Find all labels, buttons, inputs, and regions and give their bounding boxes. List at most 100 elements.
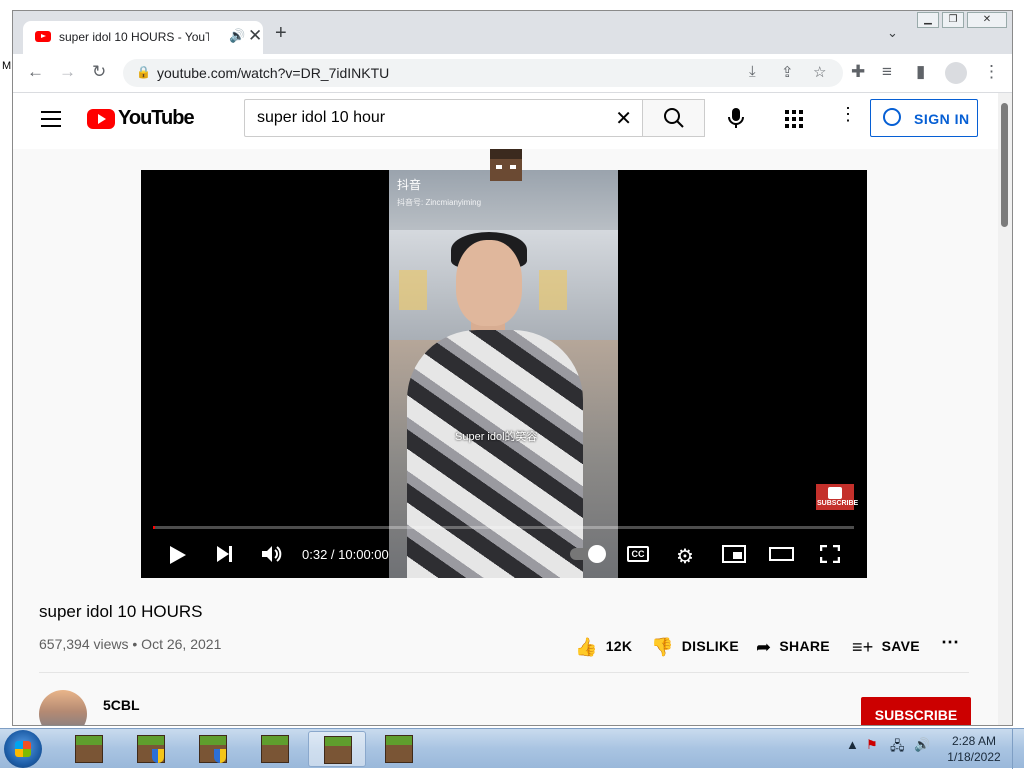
progress-bar[interactable] bbox=[153, 526, 854, 529]
clock-date: 1/18/2022 bbox=[947, 750, 1001, 764]
time-display: 0:32 / 10:00:00 bbox=[302, 547, 389, 562]
minecraft-head-overlay bbox=[490, 149, 522, 181]
desktop-edge-letter: M bbox=[2, 60, 12, 72]
extensions-puzzle-icon[interactable]: ✚ bbox=[851, 62, 865, 82]
minimize-button[interactable]: ▁ bbox=[917, 12, 939, 28]
video-title: super idol 10 HOURS bbox=[39, 602, 203, 621]
clock-time: 2:28 AM bbox=[951, 734, 997, 748]
thumbs-up-icon: 👍 bbox=[575, 637, 598, 657]
miniplayer-icon[interactable] bbox=[722, 545, 746, 563]
search-query[interactable]: super idol 10 hour bbox=[257, 109, 385, 127]
subscribe-watermark-text: SUBSCRIBE bbox=[817, 500, 859, 507]
side-panel-icon[interactable]: ▮ bbox=[916, 62, 925, 82]
divider bbox=[39, 672, 969, 673]
share-button[interactable]: ➦ SHARE bbox=[756, 637, 830, 658]
share-page-icon[interactable]: ⇪ bbox=[781, 63, 794, 81]
taskbar-app-3[interactable] bbox=[184, 731, 242, 767]
reload-icon[interactable]: ↻ bbox=[92, 62, 106, 82]
autoplay-toggle[interactable] bbox=[570, 545, 606, 563]
tab-strip: super idol 10 HOURS - YouTube 🔊 ✕ + ⌄ ▁ … bbox=[13, 11, 1012, 54]
taskbar-app-2[interactable] bbox=[122, 731, 180, 767]
subscribe-button[interactable]: SUBSCRIBE bbox=[861, 697, 971, 725]
progress-fill bbox=[153, 526, 156, 529]
dislike-label: DISLIKE bbox=[681, 638, 740, 654]
network-icon[interactable]: 🖧 bbox=[890, 737, 905, 759]
video-meta: 657,394 views • Oct 26, 2021 bbox=[39, 636, 222, 652]
media-control-icon[interactable]: ≡ bbox=[882, 62, 892, 82]
playlist-add-icon: ≡+ bbox=[852, 637, 874, 657]
taskbar-app-4[interactable] bbox=[246, 731, 304, 767]
taskbar-app-6[interactable] bbox=[370, 731, 428, 767]
new-tab-icon[interactable]: + bbox=[275, 23, 287, 43]
browser-tab[interactable]: super idol 10 HOURS - YouTube 🔊 ✕ bbox=[23, 21, 263, 54]
search-input[interactable]: super idol 10 hour ✕ bbox=[244, 99, 643, 137]
video-frame: 抖音 抖音号: Zincmianyiming Super idol的笑容 bbox=[389, 170, 618, 578]
save-button[interactable]: ≡+ SAVE bbox=[852, 637, 920, 658]
browser-toolbar: ← → ↻ 🔒 youtube.com/watch?v=DR_7idINKTU … bbox=[13, 54, 1012, 93]
taskbar-app-5[interactable] bbox=[308, 731, 366, 767]
tiktok-watermark: 抖音 抖音号: Zincmianyiming bbox=[397, 176, 481, 208]
close-window-button[interactable]: ✕ bbox=[967, 12, 1007, 28]
forward-arrow-icon[interactable]: → bbox=[59, 62, 76, 82]
video-caption: Super idol的笑容 bbox=[455, 431, 538, 443]
profile-avatar-icon[interactable] bbox=[945, 62, 967, 84]
like-count: 12K bbox=[605, 638, 633, 654]
channel-name[interactable]: 5CBL bbox=[103, 697, 140, 713]
scrollbar-thumb[interactable] bbox=[1001, 103, 1008, 227]
search-button[interactable] bbox=[642, 99, 705, 137]
more-actions-icon[interactable]: ⋯ bbox=[941, 632, 959, 653]
browser-menu-icon[interactable]: ⋮ bbox=[983, 62, 1000, 82]
youtube-logo-icon[interactable] bbox=[87, 109, 115, 129]
subscribe-watermark[interactable]: SUBSCRIBE bbox=[816, 484, 858, 510]
tab-title: super idol 10 HOURS - YouTube bbox=[59, 30, 209, 44]
page-scrollbar[interactable] bbox=[998, 93, 1012, 725]
url-text[interactable]: youtube.com/watch?v=DR_7idINKTU bbox=[157, 65, 389, 81]
search-icon bbox=[664, 108, 684, 128]
minecraft-grass-icon bbox=[75, 735, 103, 763]
settings-gear-icon[interactable]: ⚙ bbox=[676, 544, 694, 569]
next-video-icon[interactable] bbox=[217, 546, 232, 562]
fullscreen-icon[interactable] bbox=[820, 545, 840, 563]
taskbar-app-1[interactable] bbox=[60, 731, 118, 767]
windows-taskbar: ▲ ⚑ 🖧 🔊 2:28 AM 1/18/2022 bbox=[0, 728, 1024, 769]
action-center-flag-icon[interactable]: ⚑ bbox=[866, 737, 878, 753]
bookmark-star-icon[interactable]: ☆ bbox=[813, 63, 826, 81]
video-player[interactable]: 抖音 抖音号: Zincmianyiming Super idol的笑容 SUB… bbox=[141, 170, 867, 578]
apps-grid-icon[interactable] bbox=[785, 110, 803, 128]
save-label: SAVE bbox=[881, 638, 920, 654]
start-button[interactable] bbox=[4, 730, 42, 768]
volume-icon[interactable] bbox=[261, 544, 283, 564]
address-bar[interactable]: 🔒 youtube.com/watch?v=DR_7idINKTU ⤓ ⇪ ☆ bbox=[123, 59, 843, 87]
menu-hamburger-icon[interactable] bbox=[41, 111, 61, 132]
youtube-wordmark[interactable]: YouTube bbox=[118, 107, 195, 130]
volume-tray-icon[interactable]: 🔊 bbox=[914, 737, 930, 753]
back-arrow-icon[interactable]: ← bbox=[27, 62, 44, 82]
settings-more-icon[interactable]: ⋮ bbox=[839, 105, 857, 123]
tab-search-chevron-icon[interactable]: ⌄ bbox=[887, 25, 898, 41]
share-label: SHARE bbox=[779, 638, 830, 654]
share-arrow-icon: ➦ bbox=[756, 637, 772, 657]
person-head bbox=[456, 240, 522, 326]
dislike-button[interactable]: 👎 DISLIKE bbox=[651, 637, 739, 658]
close-tab-icon[interactable]: ✕ bbox=[248, 26, 262, 46]
uac-shield-icon bbox=[214, 749, 226, 763]
tiktok-account-id: 抖音号: Zincmianyiming bbox=[397, 198, 482, 207]
speaker-icon[interactable]: 🔊 bbox=[229, 28, 245, 44]
microphone-icon[interactable] bbox=[725, 107, 747, 129]
play-icon[interactable] bbox=[170, 546, 186, 564]
theater-mode-icon[interactable] bbox=[769, 547, 794, 561]
clear-search-icon[interactable]: ✕ bbox=[615, 106, 632, 131]
lock-icon[interactable]: 🔒 bbox=[136, 65, 151, 79]
system-clock[interactable]: 2:28 AM 1/18/2022 bbox=[944, 733, 1004, 765]
maximize-button[interactable]: ❐ bbox=[942, 12, 964, 28]
install-app-icon[interactable]: ⤓ bbox=[749, 63, 756, 80]
youtube-header: YouTube super idol 10 hour ✕ ⋮ SIGN IN bbox=[13, 93, 999, 149]
uac-shield-icon bbox=[152, 749, 164, 763]
sign-in-button[interactable]: SIGN IN bbox=[870, 99, 978, 137]
show-desktop-button[interactable] bbox=[1012, 729, 1024, 769]
show-hidden-icons[interactable]: ▲ bbox=[846, 737, 859, 752]
minecraft-grass-icon bbox=[324, 736, 352, 764]
person-shirt bbox=[407, 330, 583, 578]
captions-button[interactable]: CC bbox=[627, 546, 649, 562]
like-button[interactable]: 👍 12K bbox=[575, 637, 632, 658]
